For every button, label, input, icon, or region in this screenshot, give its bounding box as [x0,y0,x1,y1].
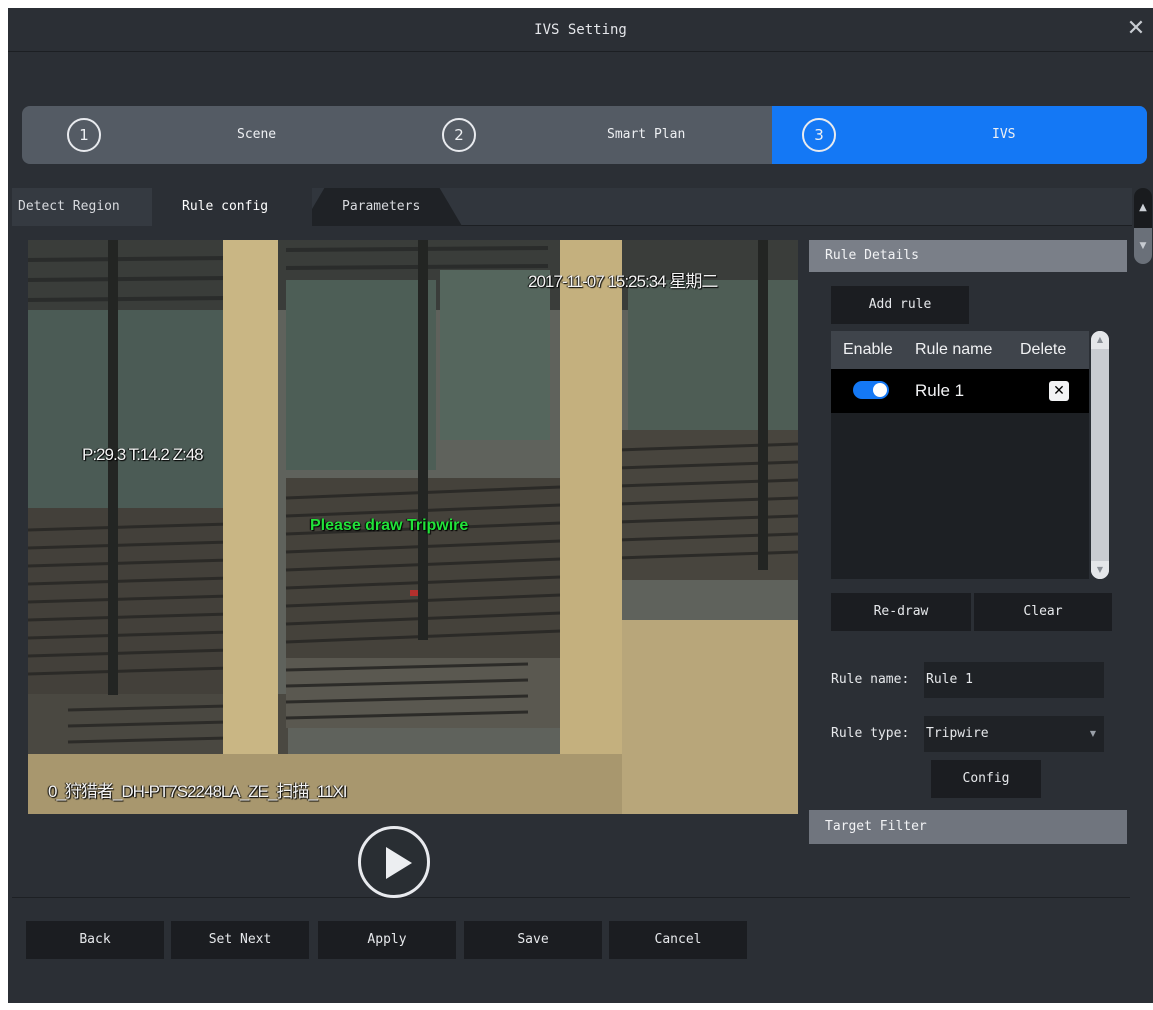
rule-type-select[interactable]: Tripwire ▼ [924,716,1104,752]
save-button[interactable]: Save [464,921,602,959]
rule-name-cell: Rule 1 [915,381,965,400]
dialog-title: IVS Setting [534,22,627,38]
step-smart-plan[interactable]: 2 Smart Plan [407,106,772,164]
step-label-smart-plan: Smart Plan [607,127,686,142]
rule-name-input[interactable]: Rule 1 [924,662,1104,698]
tab-rule-config[interactable]: Rule config [152,188,312,226]
ivs-setting-dialog: IVS Setting ✕ 1 Scene 2 Smart Plan 3 IVS… [8,8,1153,1003]
rule-config-content: 2017-11-07 15:25:34 星期二 P:29.3 T:14.2 Z:… [12,228,1130,898]
enable-toggle[interactable] [853,381,889,399]
table-row[interactable]: Rule 1 ✕ [831,369,1089,413]
setup-steps: 1 Scene 2 Smart Plan 3 IVS [22,106,1147,164]
back-button[interactable]: Back [26,921,164,959]
rule-details-panel: Rule Details Add rule Enable Rule name D… [809,240,1127,844]
apply-button[interactable]: Apply [318,921,456,959]
close-icon[interactable]: ✕ [1123,16,1149,42]
clear-button[interactable]: Clear [974,593,1112,631]
rule-table-header: Enable Rule name Delete [831,331,1089,369]
scroll-down-arrow-icon[interactable]: ▼ [1134,228,1152,264]
column-header-rule-name: Rule name [915,341,993,358]
redraw-button[interactable]: Re-draw [831,593,971,631]
step-number-2: 2 [442,118,476,152]
cancel-button[interactable]: Cancel [609,921,747,959]
toggle-knob [873,383,887,397]
rule-type-value: Tripwire [926,726,989,741]
step-label-ivs: IVS [992,127,1016,142]
config-tabbar: Detect Region Parameters Rule config [12,188,1132,226]
play-icon [386,847,412,879]
step-scene[interactable]: 1 Scene [22,106,407,164]
chevron-down-icon: ▼ [1089,729,1096,738]
draw-tripwire-prompt: Please draw Tripwire [310,517,469,534]
rule-type-label: Rule type: [831,726,910,741]
config-button[interactable]: Config [931,760,1041,798]
step-number-3: 3 [802,118,836,152]
page-scrollbar[interactable]: ▲ ▼ [1132,188,1152,268]
rule-table: Enable Rule name Delete Rule 1 ✕ [831,331,1089,579]
step-label-scene: Scene [237,127,277,142]
scroll-up-arrow-icon[interactable]: ▲ [1091,331,1109,349]
tab-detect-region[interactable]: Detect Region [12,188,152,226]
play-button[interactable] [358,826,430,898]
video-timestamp: 2017-11-07 15:25:34 星期二 [528,272,718,291]
video-channel-name: 0_狩猎者_DH-PT7S2248LA_ZE_扫描_11XI [48,782,348,801]
step-number-1: 1 [67,118,101,152]
rule-table-scrollbar[interactable]: ▲ ▼ [1091,331,1109,579]
scroll-down-arrow-icon[interactable]: ▼ [1091,561,1109,579]
rule-name-label: Rule name: [831,672,910,687]
delete-x-icon[interactable]: ✕ [1049,381,1069,401]
video-ptz-info: P:29.3 T:14.2 Z:48 [82,445,204,464]
tab-parameters[interactable]: Parameters [302,188,462,226]
add-rule-button[interactable]: Add rule [831,286,969,324]
set-next-button[interactable]: Set Next [171,921,309,959]
step-ivs[interactable]: 3 IVS [772,106,1147,164]
target-filter-header[interactable]: Target Filter [809,810,1127,844]
video-preview[interactable]: 2017-11-07 15:25:34 星期二 P:29.3 T:14.2 Z:… [28,240,798,814]
rule-details-header[interactable]: Rule Details [809,240,1127,272]
scroll-up-arrow-icon[interactable]: ▲ [1134,188,1152,228]
dialog-titlebar: IVS Setting ✕ [8,8,1153,52]
column-header-delete: Delete [1020,341,1067,358]
column-header-enable: Enable [843,341,893,358]
